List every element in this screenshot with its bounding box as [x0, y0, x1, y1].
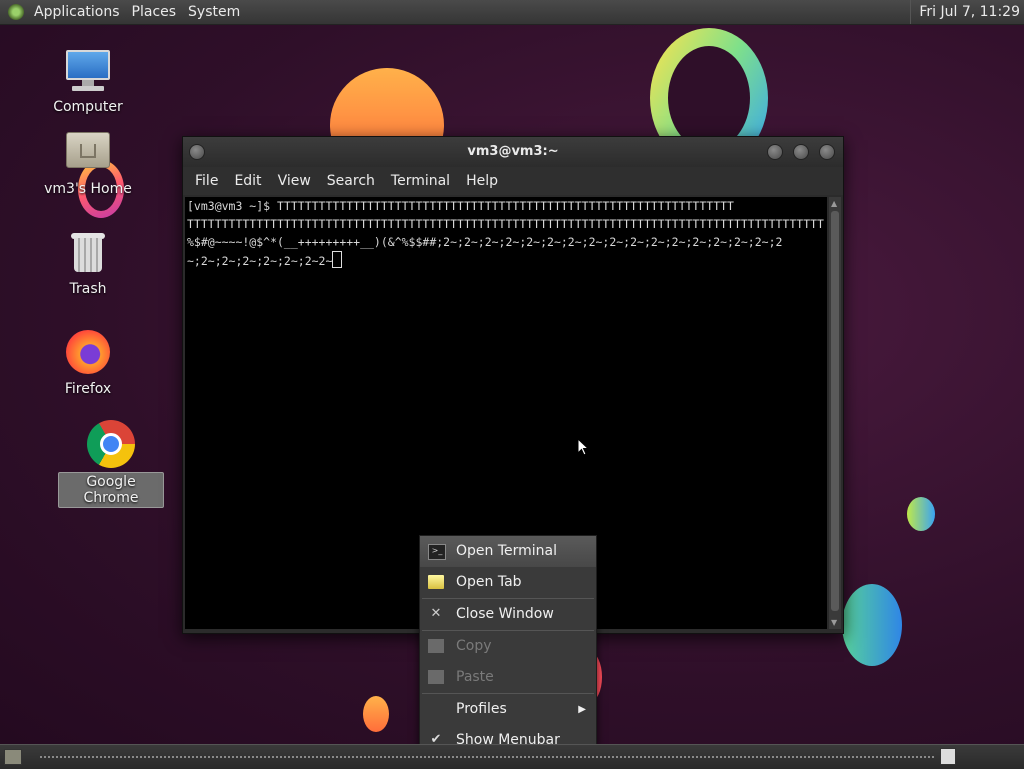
menu-item-open-terminal[interactable]: >_ Open Terminal [420, 536, 596, 567]
menu-item-profiles[interactable]: Profiles ▶ [420, 694, 596, 725]
menu-item-label: Profiles [456, 701, 507, 717]
menu-applications[interactable]: Applications [28, 0, 126, 24]
scroll-down-icon[interactable]: ▼ [831, 618, 837, 627]
terminal-line: TTTTTTTTTTTTTTTTTTTTTTTTTTTTTTTTTTTTTTTT… [187, 217, 824, 231]
minimize-button[interactable] [767, 144, 783, 160]
menu-item-label: Paste [456, 669, 494, 685]
paste-icon [428, 670, 444, 684]
menu-item-copy: Copy [420, 631, 596, 662]
wallpaper-shape [842, 584, 902, 666]
menu-item-label: Close Window [456, 606, 554, 622]
menu-search[interactable]: Search [319, 173, 383, 189]
bottom-panel [0, 744, 1024, 769]
desktop-icon-home[interactable]: vm3's Home [40, 128, 136, 198]
wallpaper-shape [363, 696, 389, 732]
menu-edit[interactable]: Edit [226, 173, 269, 189]
desktop-icon-label: Trash [69, 281, 107, 297]
terminal-scrollbar[interactable]: ▲ ▼ [829, 197, 841, 629]
window-title-bar[interactable]: vm3@vm3:~ [183, 137, 843, 167]
menu-item-paste: Paste [420, 662, 596, 693]
copy-icon [428, 639, 444, 653]
wallpaper-shape [907, 497, 935, 531]
menu-places[interactable]: Places [126, 0, 183, 24]
window-list[interactable] [40, 756, 934, 758]
desktop-icon-chrome[interactable]: Google Chrome [58, 420, 164, 508]
chrome-icon [87, 420, 135, 468]
menu-item-show-menubar[interactable]: ✔ Show Menubar [420, 725, 596, 745]
menu-terminal[interactable]: Terminal [383, 173, 458, 189]
firefox-icon [64, 328, 112, 376]
desktop-icon-label: vm3's Home [44, 181, 132, 197]
desktop-icon-label: Google Chrome [58, 472, 164, 508]
top-panel: Applications Places System Fri Jul 7, 11… [0, 0, 1024, 25]
show-desktop-icon[interactable] [4, 749, 22, 765]
menu-system[interactable]: System [182, 0, 246, 24]
scrollbar-thumb[interactable] [831, 211, 839, 611]
computer-icon [64, 46, 112, 94]
menu-item-close-window[interactable]: ✕ Close Window [420, 599, 596, 630]
terminal-menubar: File Edit View Search Terminal Help [183, 167, 843, 195]
terminal-line-current: ~;2~;2~;2~;2~;2~;2~2~ [185, 251, 827, 270]
new-tab-icon [428, 575, 444, 589]
terminal-line: [vm3@vm3 ~]$ TTTTTTTTTTTTTTTTTTTTTTTTTTT… [187, 199, 734, 213]
desktop-icon-trash[interactable]: Trash [40, 228, 136, 298]
terminal-line-text: ~;2~;2~;2~;2~;2~;2~2~ [187, 254, 333, 268]
text-cursor [332, 251, 343, 268]
context-menu: >_ Open Terminal Open Tab ✕ Close Window… [419, 535, 597, 746]
menu-item-label: Open Tab [456, 574, 522, 590]
distro-logo-icon[interactable] [8, 4, 24, 20]
close-icon: ✕ [430, 606, 442, 621]
clock[interactable]: Fri Jul 7, 11:29 [910, 0, 1020, 24]
scroll-up-icon[interactable]: ▲ [831, 199, 837, 208]
close-button[interactable] [819, 144, 835, 160]
desktop-icon-computer[interactable]: Computer [40, 46, 136, 116]
desktop-icon-firefox[interactable]: Firefox [40, 328, 136, 398]
desktop-icon-label: Firefox [64, 381, 112, 397]
menu-help[interactable]: Help [458, 173, 506, 189]
window-title: vm3@vm3:~ [467, 144, 559, 159]
trash-icon [64, 228, 112, 276]
maximize-button[interactable] [793, 144, 809, 160]
menu-file[interactable]: File [187, 173, 226, 189]
menu-item-label: Open Terminal [456, 543, 558, 559]
workspace-switcher[interactable] [940, 748, 956, 765]
menu-item-open-tab[interactable]: Open Tab [420, 567, 596, 598]
menu-item-label: Copy [456, 638, 492, 654]
desktop-icon-label: Computer [53, 99, 123, 115]
home-folder-icon [64, 128, 112, 176]
submenu-arrow-icon: ▶ [578, 704, 586, 715]
terminal-line: %$#@~~~~!@$^*(__+++++++++__)(&^%$$##;2~;… [187, 235, 783, 249]
terminal-icon: >_ [428, 544, 446, 560]
menu-view[interactable]: View [270, 173, 319, 189]
